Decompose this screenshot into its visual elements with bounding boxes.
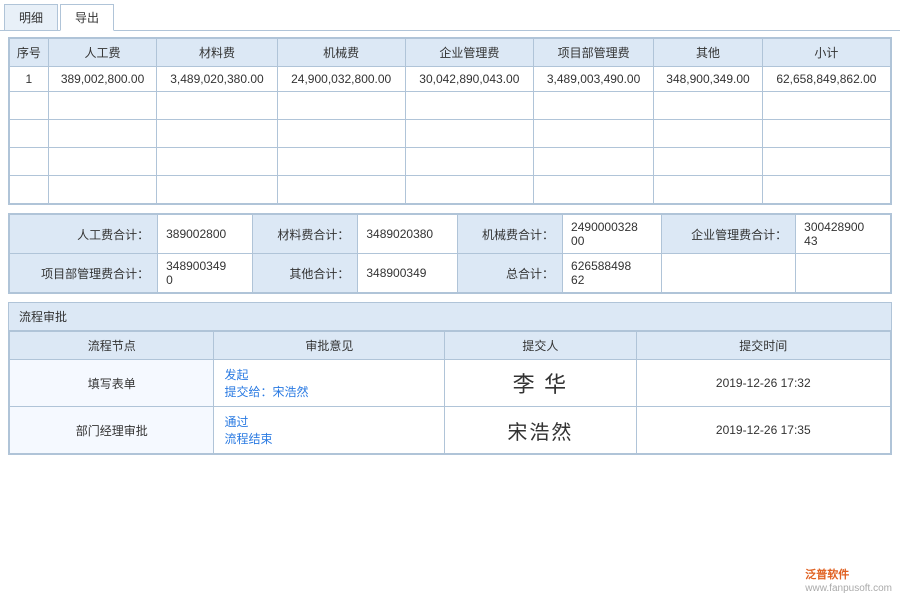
brand-logo: 泛普软件 www.fanpusoft.com <box>805 566 892 594</box>
summary-table-wrap: 人工费合计： 389002800 材料费合计： 3489020380 机械费合计… <box>8 213 892 294</box>
signature-2: 宋浩然 <box>507 422 573 444</box>
summary-row-2: 项目部管理费合计： 348900349 0 其他合计： 348900349 总合… <box>10 254 891 293</box>
brand-name: 泛普软件 <box>805 569 849 581</box>
workflow-row-2: 部门经理审批 通过 流程结束 宋浩然 2019-12-26 17:35 <box>10 407 891 454</box>
detail-table-wrap: 序号 人工费 材料费 机械费 企业管理费 项目部管理费 其他 小计 1 389,… <box>8 37 892 205</box>
table-row: 1 389,002,800.00 3,489,020,380.00 24,900… <box>10 67 891 92</box>
cell-enterprise-mgmt: 30,042,890,043.00 <box>405 67 533 92</box>
material-total-value: 3489020380 <box>358 215 457 254</box>
wf-col-time: 提交时间 <box>636 332 890 360</box>
tab-bar: 明细 导出 <box>0 0 900 31</box>
enterprise-mgmt-total-label: 企业管理费合计： <box>662 215 796 254</box>
summary-table: 人工费合计： 389002800 材料费合计： 3489020380 机械费合计… <box>9 214 891 293</box>
wf-opinion-2: 通过 流程结束 <box>214 407 445 454</box>
wf-opinion-line2-2: 流程结束 <box>224 432 272 446</box>
wf-node-2: 部门经理审批 <box>10 407 214 454</box>
wf-time-1: 2019-12-26 17:32 <box>636 360 890 407</box>
empty-cell-1 <box>662 254 796 293</box>
cell-machinery: 24,900,032,800.00 <box>277 67 405 92</box>
empty-row-1 <box>10 92 891 120</box>
col-other: 其他 <box>654 39 763 67</box>
labor-total-value: 389002800 <box>158 215 253 254</box>
empty-row-2 <box>10 120 891 148</box>
machinery-total-label: 机械费合计： <box>457 215 562 254</box>
labor-total-label: 人工费合计： <box>10 215 158 254</box>
other-total-value: 348900349 <box>358 254 457 293</box>
tab-mingxi[interactable]: 明细 <box>4 4 58 30</box>
enterprise-mgmt-total-value: 300428900 43 <box>796 215 891 254</box>
col-subtotal: 小计 <box>762 39 890 67</box>
grand-total-value: 626588498 62 <box>563 254 662 293</box>
wf-col-submitter: 提交人 <box>445 332 636 360</box>
col-project-mgmt: 项目部管理费 <box>533 39 653 67</box>
summary-row-1: 人工费合计： 389002800 材料费合计： 3489020380 机械费合计… <box>10 215 891 254</box>
project-mgmt-total-value: 348900349 0 <box>158 254 253 293</box>
wf-opinion-line1-2: 通过 <box>224 415 248 429</box>
workflow-title: 流程审批 <box>9 303 891 331</box>
wf-submitter-1: 李 华 <box>445 360 636 407</box>
material-total-label: 材料费合计： <box>252 215 357 254</box>
other-total-label: 其他合计： <box>252 254 357 293</box>
wf-col-opinion: 审批意见 <box>214 332 445 360</box>
wf-node-1: 填写表单 <box>10 360 214 407</box>
tab-export[interactable]: 导出 <box>60 4 114 31</box>
main-content: 序号 人工费 材料费 机械费 企业管理费 项目部管理费 其他 小计 1 389,… <box>0 31 900 469</box>
empty-row-4 <box>10 176 891 204</box>
wf-opinion-1: 发起 提交给：宋浩然 <box>214 360 445 407</box>
workflow-row-1: 填写表单 发起 提交给：宋浩然 李 华 2019-12-26 17:32 <box>10 360 891 407</box>
workflow-section: 流程审批 流程节点 审批意见 提交人 提交时间 填写表单 发起 提交给：宋浩然 <box>8 302 892 455</box>
empty-row-3 <box>10 148 891 176</box>
wf-submitter-2: 宋浩然 <box>445 407 636 454</box>
col-material: 材料费 <box>157 39 277 67</box>
grand-total-label: 总合计： <box>457 254 562 293</box>
signature-1: 李 华 <box>513 372 569 397</box>
cell-other: 348,900,349.00 <box>654 67 763 92</box>
workflow-table: 流程节点 审批意见 提交人 提交时间 填写表单 发起 提交给：宋浩然 李 华 <box>9 331 891 454</box>
cell-seq: 1 <box>10 67 49 92</box>
col-enterprise-mgmt: 企业管理费 <box>405 39 533 67</box>
col-machinery: 机械费 <box>277 39 405 67</box>
machinery-total-value: 2490000328 00 <box>563 215 662 254</box>
col-labor: 人工费 <box>48 39 157 67</box>
workflow-header-row: 流程节点 审批意见 提交人 提交时间 <box>10 332 891 360</box>
detail-table-header-row: 序号 人工费 材料费 机械费 企业管理费 项目部管理费 其他 小计 <box>10 39 891 67</box>
wf-time-2: 2019-12-26 17:35 <box>636 407 890 454</box>
brand-url: www.fanpusoft.com <box>805 583 892 594</box>
cell-project-mgmt: 3,489,003,490.00 <box>533 67 653 92</box>
empty-cell-2 <box>796 254 891 293</box>
cell-subtotal: 62,658,849,862.00 <box>762 67 890 92</box>
cell-material: 3,489,020,380.00 <box>157 67 277 92</box>
detail-table: 序号 人工费 材料费 机械费 企业管理费 项目部管理费 其他 小计 1 389,… <box>9 38 891 204</box>
wf-opinion-line2-1: 提交给：宋浩然 <box>224 385 308 399</box>
project-mgmt-total-label: 项目部管理费合计： <box>10 254 158 293</box>
col-seq: 序号 <box>10 39 49 67</box>
cell-labor: 389,002,800.00 <box>48 67 157 92</box>
wf-opinion-line1-1: 发起 <box>224 368 248 382</box>
wf-col-node: 流程节点 <box>10 332 214 360</box>
